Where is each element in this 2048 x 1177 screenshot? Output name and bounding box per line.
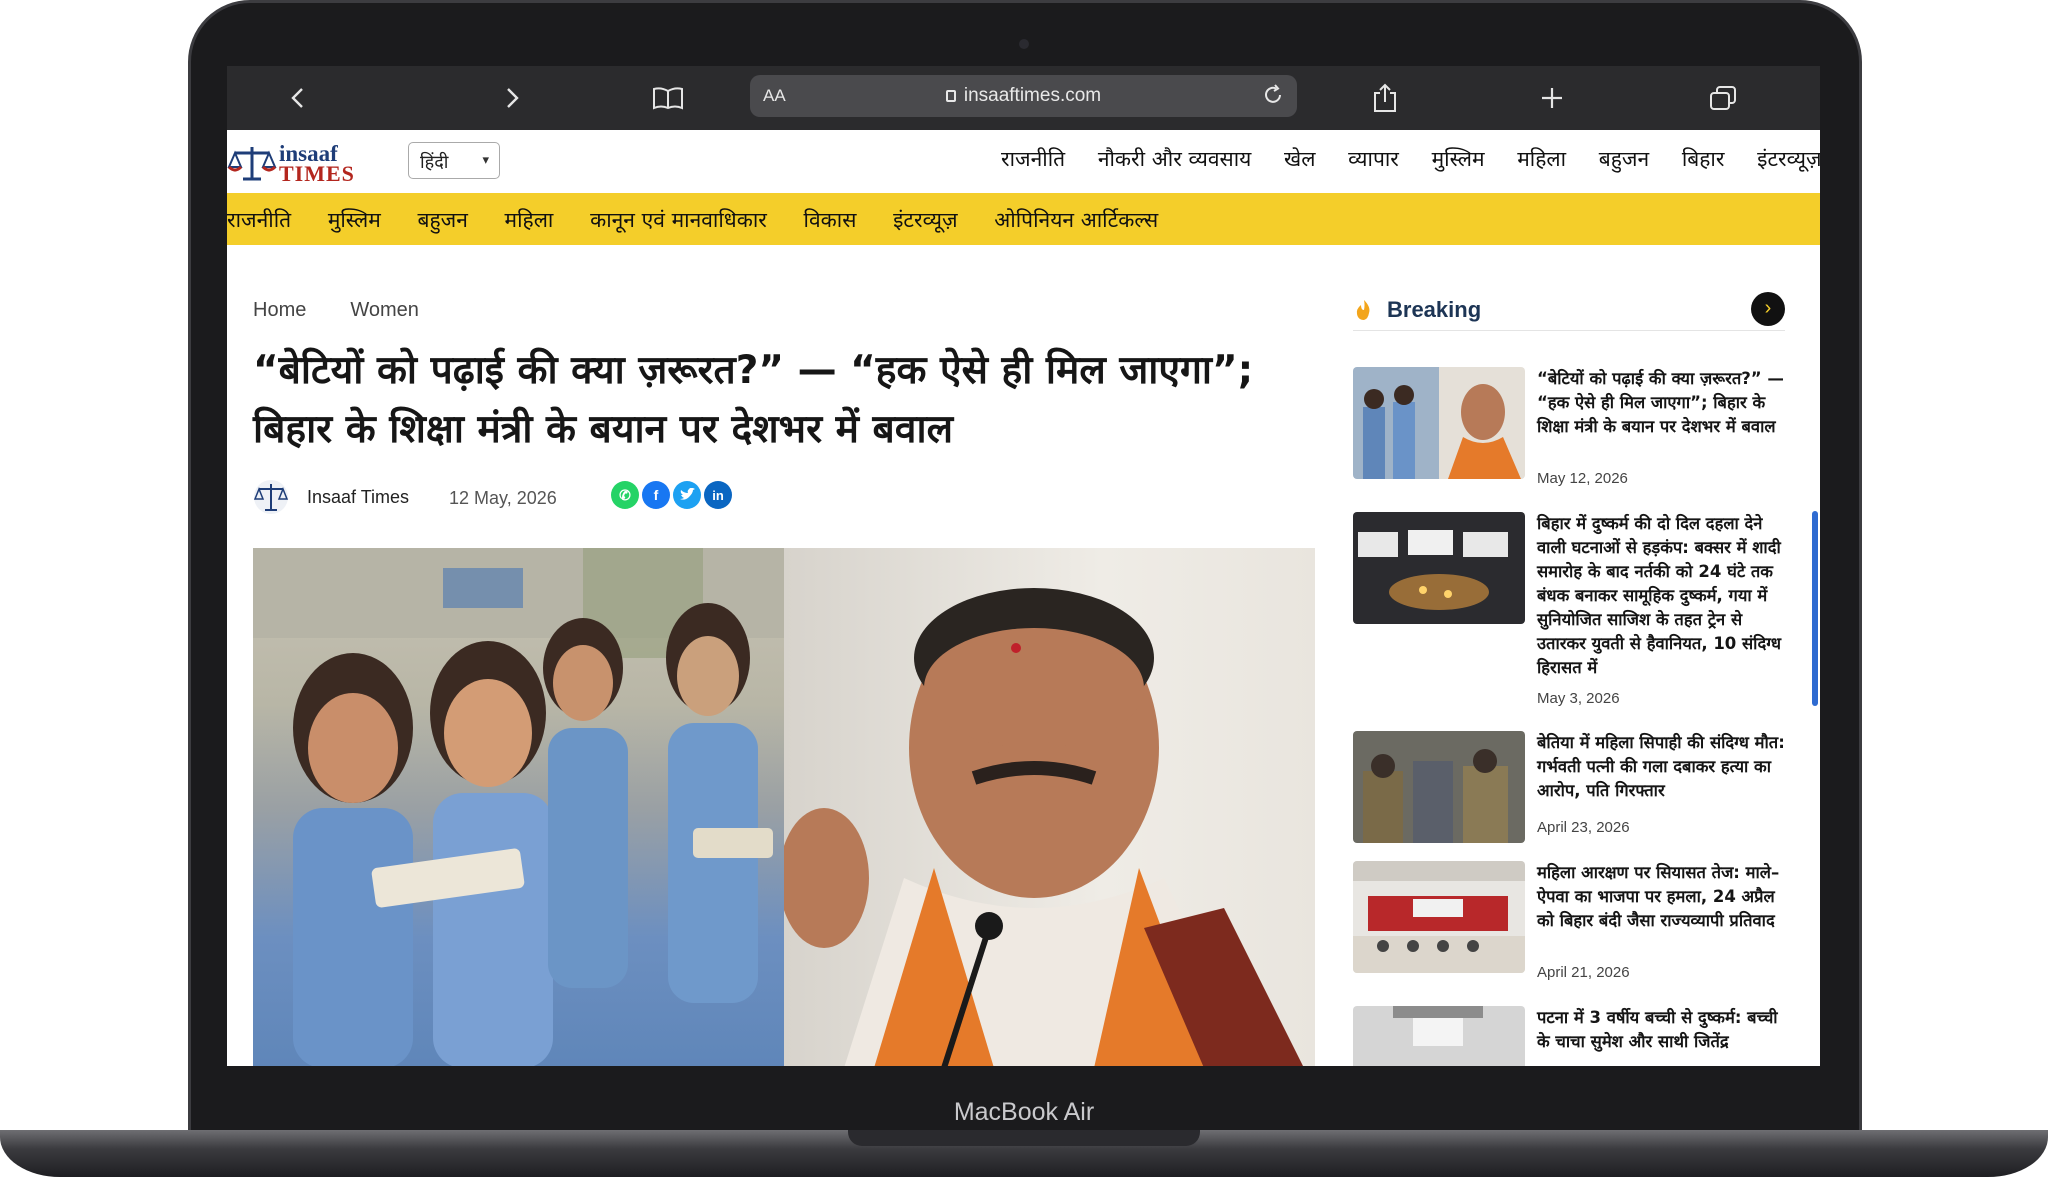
lock-icon xyxy=(945,90,956,102)
author-name[interactable]: Insaaf Times xyxy=(307,487,409,508)
category-nav-item[interactable]: कानून एवं मानवाधिकार xyxy=(590,208,767,232)
article-headline: “बेटियों को पढ़ाई की क्या ज़रूरत?” — “हक… xyxy=(253,348,1254,452)
share-icon[interactable] xyxy=(1365,66,1405,130)
back-icon[interactable] xyxy=(277,66,317,130)
hero-students-photo xyxy=(253,548,784,1066)
sidebar-item-title[interactable]: पटना में 3 वर्षीय बच्ची से दुष्कर्म: बच्… xyxy=(1537,1006,1792,1054)
sidebar-item-title[interactable]: “बेटियों को पढ़ाई की क्या ज़रूरत?” — “हक… xyxy=(1537,367,1792,439)
language-value: हिंदी xyxy=(420,152,449,173)
sidebar-item-date: April 21, 2026 xyxy=(1537,964,1630,981)
scales-logo-icon xyxy=(227,147,277,181)
category-nav-item[interactable]: मुस्लिम xyxy=(328,208,381,232)
top-nav-item[interactable]: नौकरी और व्यवसाय xyxy=(1098,147,1252,171)
category-nav-item[interactable]: विकास xyxy=(804,208,857,232)
list-item[interactable]: महिला आरक्षण पर सियासत तेज: माले–ऐपवा का… xyxy=(1353,861,1785,986)
top-nav-item[interactable]: इंटरव्यूज़ xyxy=(1757,147,1820,171)
chevron-right-icon[interactable]: › xyxy=(1751,292,1785,326)
breadcrumb: Home Women xyxy=(253,299,419,322)
thumbnail[interactable] xyxy=(1353,512,1525,624)
list-item[interactable]: बिहार में दुष्कर्म की दो दिल दहला देने व… xyxy=(1353,512,1785,712)
sidebar-item-date: May 3, 2026 xyxy=(1537,690,1620,707)
top-nav-item[interactable]: व्यापार xyxy=(1348,147,1399,171)
category-nav: राजनीति मुस्लिम बहुजन महिला कानून एवं मा… xyxy=(227,193,1820,245)
category-nav-item[interactable]: इंटरव्यूज़ xyxy=(893,208,957,232)
category-nav-item[interactable]: महिला xyxy=(505,208,554,232)
site-header: insaaf TIMES हिंदी ▾ राजनीति नौकरी और व्… xyxy=(227,130,1820,193)
top-nav-item[interactable]: महिला xyxy=(1517,147,1566,171)
sidebar-item-date: May 12, 2026 xyxy=(1537,470,1628,487)
sidebar-item-title[interactable]: बिहार में दुष्कर्म की दो दिल दहला देने व… xyxy=(1537,512,1792,680)
category-nav-item[interactable]: ओपिनियन आर्टिकल्स xyxy=(994,208,1158,232)
browser-toolbar: AA insaaftimes.com xyxy=(227,66,1820,130)
sidebar-item-title[interactable]: महिला आरक्षण पर सियासत तेज: माले–ऐपवा का… xyxy=(1537,861,1792,933)
top-nav-item[interactable]: राजनीति xyxy=(1001,147,1065,171)
author-row: Insaaf Times 12 May, 2026 ✆ f in xyxy=(253,479,953,515)
breaking-header: Breaking › xyxy=(1353,289,1785,331)
list-item[interactable]: पटना में 3 वर्षीय बच्ची से दुष्कर्म: बच्… xyxy=(1353,1006,1785,1066)
category-nav-item[interactable]: राजनीति xyxy=(227,208,291,232)
camera-dot xyxy=(1019,39,1029,49)
forward-icon[interactable] xyxy=(493,66,533,130)
thumbnail[interactable] xyxy=(1353,367,1525,479)
list-item[interactable]: बेतिया में महिला सिपाही की संदिग्ध मौत: … xyxy=(1353,731,1785,843)
chevron-down-icon: ▾ xyxy=(482,153,489,168)
twitter-icon[interactable] xyxy=(673,481,701,509)
laptop-base-notch xyxy=(848,1130,1200,1146)
flame-icon xyxy=(1356,300,1370,320)
facebook-icon[interactable]: f xyxy=(642,481,670,509)
tabs-overview-icon[interactable] xyxy=(1703,66,1743,130)
top-nav-item[interactable]: मुस्लिम xyxy=(1432,147,1485,171)
reload-icon[interactable] xyxy=(1261,83,1285,112)
post-date: 12 May, 2026 xyxy=(449,488,557,508)
whatsapp-icon[interactable]: ✆ xyxy=(611,481,639,509)
sidebar-item-title[interactable]: बेतिया में महिला सिपाही की संदिग्ध मौत: … xyxy=(1537,731,1792,803)
screen: AA insaaftimes.com insaaf TIMES हिंदी ▾ … xyxy=(227,66,1820,1066)
thumbnail[interactable] xyxy=(1353,861,1525,973)
url-text: insaaftimes.com xyxy=(963,85,1102,106)
hero-minister-photo xyxy=(779,548,1315,1066)
top-nav-item[interactable]: बहुजन xyxy=(1599,147,1649,171)
device-label: MacBook Air xyxy=(953,1098,1095,1126)
site-logo[interactable]: insaaf TIMES xyxy=(227,141,357,186)
thumbnail[interactable] xyxy=(1353,731,1525,843)
list-item[interactable]: “बेटियों को पढ़ाई की क्या ज़रूरत?” — “हक… xyxy=(1353,367,1785,492)
thumbnail[interactable] xyxy=(1353,1006,1525,1066)
linkedin-icon[interactable]: in xyxy=(704,481,732,509)
language-select[interactable]: हिंदी ▾ xyxy=(408,142,500,179)
bookmarks-icon[interactable] xyxy=(646,66,690,130)
article-hero-image xyxy=(253,548,1315,1066)
top-nav-item[interactable]: खेल xyxy=(1284,147,1315,171)
scrollbar[interactable] xyxy=(1812,511,1818,706)
author-avatar xyxy=(253,480,289,514)
logo-text-times: TIMES xyxy=(279,161,355,186)
top-nav-item[interactable]: बिहार xyxy=(1682,147,1725,171)
students-illustration xyxy=(253,548,784,1066)
sidebar-item-date: April 23, 2026 xyxy=(1537,819,1630,836)
top-nav: राजनीति नौकरी और व्यवसाय खेल व्यापार मुस… xyxy=(1001,145,1820,173)
category-nav-item[interactable]: बहुजन xyxy=(417,208,467,232)
breadcrumb-home[interactable]: Home xyxy=(253,299,306,321)
address-bar[interactable]: AA insaaftimes.com xyxy=(750,75,1297,117)
minister-illustration xyxy=(779,588,1303,1066)
new-tab-icon[interactable] xyxy=(1532,66,1572,130)
breadcrumb-category[interactable]: Women xyxy=(350,299,419,321)
breaking-title: Breaking xyxy=(1387,297,1482,322)
